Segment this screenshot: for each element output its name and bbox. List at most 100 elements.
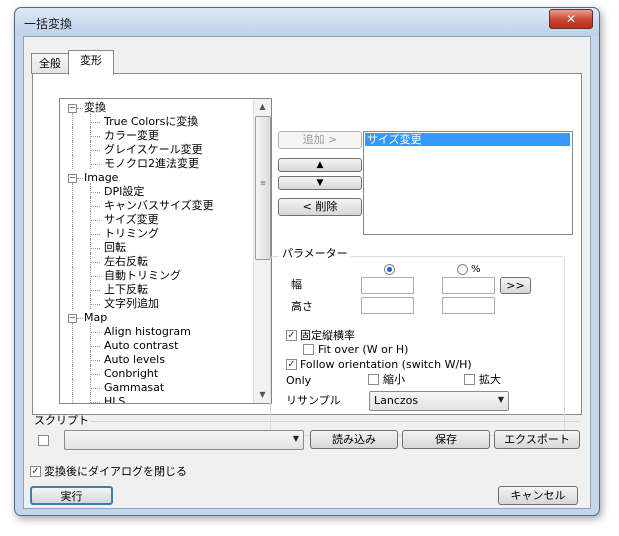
- tree-item[interactable]: True Colorsに変換: [104, 115, 198, 129]
- tree-item[interactable]: 左右反転: [104, 255, 148, 269]
- window-title: 一括変換: [24, 17, 73, 31]
- check-icon: ✓: [31, 466, 40, 477]
- script-enable-checkbox[interactable]: [38, 435, 49, 446]
- tree-connector: [72, 183, 73, 197]
- radio-dot-icon: [387, 267, 392, 272]
- tree-item[interactable]: Gammasat: [104, 381, 164, 395]
- scroll-down-icon[interactable]: ▼: [254, 387, 271, 403]
- selected-steps-list[interactable]: サイズ変更: [363, 131, 573, 235]
- tree-connector: [90, 262, 100, 263]
- tree-item[interactable]: DPI設定: [104, 185, 144, 199]
- tree-category[interactable]: Map: [84, 311, 107, 325]
- tree-connector: [90, 351, 91, 365]
- tree-item[interactable]: サイズ変更: [104, 213, 159, 227]
- tree-item[interactable]: 回転: [104, 241, 126, 255]
- tree-expander-icon[interactable]: −: [68, 174, 77, 183]
- chevron-down-icon: ▼: [497, 395, 504, 404]
- tree-item[interactable]: トリミング: [104, 227, 159, 241]
- scroll-up-icon[interactable]: ▲: [254, 99, 271, 115]
- tree-connector: [90, 346, 100, 347]
- fit-over-checkbox[interactable]: [303, 344, 314, 355]
- tree-item[interactable]: グレイスケール変更: [104, 143, 203, 157]
- close-button[interactable]: ✕: [549, 9, 593, 29]
- filter-tree[interactable]: − 変換 True Colorsに変換 カラー変更 グレイスケール変更 モノクロ2進法変更…: [59, 98, 272, 404]
- unit-px-radio[interactable]: [384, 264, 395, 275]
- tree-connector: [90, 388, 100, 389]
- tree-item[interactable]: Align histogram: [104, 325, 191, 339]
- link-button[interactable]: >>: [500, 277, 531, 294]
- height-percent-input[interactable]: [442, 297, 495, 314]
- width-label: 幅: [291, 278, 302, 291]
- tree-connector: [72, 155, 73, 169]
- tab-transform[interactable]: 変形: [68, 50, 114, 75]
- tree-connector: [90, 122, 100, 123]
- tree-connector: [90, 211, 91, 225]
- tree-item[interactable]: キャンバスサイズ変更: [104, 199, 214, 213]
- shrink-checkbox[interactable]: [368, 374, 379, 385]
- close-after-checkbox[interactable]: ✓: [30, 466, 41, 477]
- close-icon: ✕: [565, 12, 577, 26]
- keep-ratio-label: 固定縦横率: [300, 329, 355, 342]
- unit-percent-label: %: [471, 264, 481, 275]
- tree-connector: [90, 127, 91, 141]
- load-script-button[interactable]: 読み込み: [310, 430, 398, 449]
- tree-connector: [90, 253, 91, 267]
- tree-connector: [72, 281, 73, 295]
- follow-orientation-checkbox[interactable]: ✓: [286, 359, 297, 370]
- tree-connector: [77, 108, 83, 109]
- keep-ratio-checkbox[interactable]: ✓: [286, 330, 297, 341]
- width-percent-input[interactable]: [442, 277, 495, 294]
- tree-scrollbar[interactable]: ▲ ≡ ▼: [253, 99, 271, 403]
- fit-over-label: Fit over (W or H): [318, 343, 409, 356]
- run-button[interactable]: 実行: [30, 486, 113, 505]
- tree-item[interactable]: HLS: [104, 395, 125, 403]
- chevron-down-icon: ▼: [292, 434, 299, 443]
- tree-connector: [90, 220, 100, 221]
- tree-connector: [72, 323, 73, 337]
- enlarge-checkbox[interactable]: [464, 374, 475, 385]
- tree-category[interactable]: 変換: [84, 101, 106, 115]
- tree-item[interactable]: 文字列追加: [104, 297, 159, 311]
- tree-expander-icon[interactable]: −: [68, 104, 77, 113]
- tree-connector: [90, 360, 100, 361]
- tree-connector: [72, 113, 73, 127]
- tab-general[interactable]: 全般: [31, 53, 69, 74]
- parameters-group-label: パラメーター: [279, 247, 351, 261]
- tree-connector: [90, 197, 91, 211]
- resample-select[interactable]: Lanczos ▼: [369, 391, 509, 411]
- resample-value: Lanczos: [374, 394, 419, 407]
- height-label: 高さ: [291, 300, 313, 313]
- scroll-thumb[interactable]: ≡: [255, 116, 271, 260]
- tree-connector: [90, 206, 100, 207]
- follow-orientation-label: Follow orientation (switch W/H): [300, 358, 472, 371]
- tree-item[interactable]: 上下反転: [104, 283, 148, 297]
- tree-item[interactable]: Auto contrast: [104, 339, 178, 353]
- move-down-button[interactable]: ▼: [278, 176, 362, 190]
- title-bar[interactable]: 一括変換 ✕: [15, 8, 599, 36]
- unit-percent-radio[interactable]: [457, 264, 468, 275]
- tree-item[interactable]: カラー変更: [104, 129, 159, 143]
- export-script-button[interactable]: エクスポート: [494, 430, 580, 449]
- tree-connector: [90, 225, 91, 239]
- tree-connector: [90, 183, 91, 197]
- tree-item[interactable]: Auto levels: [104, 353, 165, 367]
- width-px-input[interactable]: [361, 277, 414, 294]
- move-up-button[interactable]: ▲: [278, 158, 362, 172]
- tree-connector: [72, 127, 73, 141]
- dialog-client: 全般 変形 − 変換 True Colorsに変換 カラー変更 グレイスケール変更 モノク…: [23, 36, 591, 509]
- tree-item[interactable]: Conbright: [104, 367, 158, 381]
- cancel-button[interactable]: キャンセル: [498, 486, 578, 505]
- remove-button[interactable]: < 削除: [278, 198, 362, 216]
- add-button[interactable]: 追加 >: [278, 131, 362, 149]
- height-px-input[interactable]: [361, 297, 414, 314]
- tree-connector: [72, 211, 73, 225]
- save-script-button[interactable]: 保存: [402, 430, 490, 449]
- tree-connector: [72, 379, 73, 393]
- check-icon: ✓: [287, 330, 296, 341]
- script-select[interactable]: ▼: [64, 430, 304, 450]
- tree-connector: [90, 323, 91, 337]
- tree-expander-icon[interactable]: −: [68, 314, 77, 323]
- tree-item[interactable]: モノクロ2進法変更: [104, 157, 199, 171]
- tree-item[interactable]: 自動トリミング: [104, 269, 181, 283]
- list-item[interactable]: サイズ変更: [365, 133, 570, 146]
